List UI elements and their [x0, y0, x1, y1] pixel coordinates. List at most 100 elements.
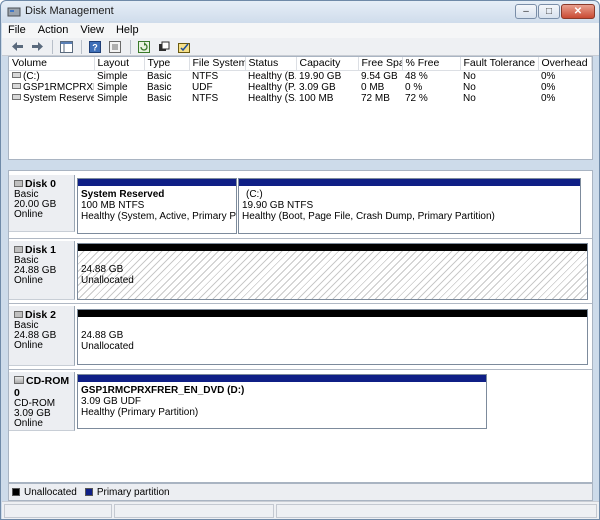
disk-row-divider — [9, 303, 592, 304]
column-header-overhead[interactable]: Overhead — [538, 57, 592, 71]
minimize-button[interactable]: – — [515, 4, 537, 19]
file-system-cell: NTFS — [192, 70, 219, 82]
disk-state: Online — [14, 340, 43, 351]
menu-bar: File Action View Help — [2, 23, 599, 38]
capacity-cell: 3.09 GB — [299, 81, 336, 93]
type-cell: Basic — [147, 81, 172, 93]
title-bar[interactable]: Disk Management – □ ✕ — [1, 1, 599, 23]
layout-cell: Simple — [97, 81, 128, 93]
pane-splitter[interactable] — [2, 160, 599, 170]
column-header-layout[interactable]: Layout — [94, 57, 145, 71]
percent-free-cell: 72 % — [405, 92, 428, 104]
table-row[interactable]: GSP1RMCPRXFRE... Simple Basic UDF Health… — [9, 82, 592, 93]
disk-state: Online — [14, 275, 43, 286]
column-header-status[interactable]: Status — [245, 57, 297, 71]
partition-detail: 100 MB NTFS — [81, 200, 145, 211]
primary-partition-swatch — [84, 488, 93, 496]
partition-status: Healthy (Primary Partition) — [81, 407, 199, 418]
column-header-capacity[interactable]: Capacity — [296, 57, 359, 71]
disk-state: Online — [14, 418, 43, 429]
volume-name: GSP1RMCPRXFRE... — [23, 81, 94, 93]
capacity-cell: 19.90 GB — [299, 70, 342, 82]
maximize-button[interactable]: □ — [538, 4, 560, 19]
disk-management-app-icon — [7, 7, 21, 17]
menu-view[interactable]: View — [74, 23, 110, 38]
svg-text:?: ? — [92, 42, 98, 52]
menu-file[interactable]: File — [2, 23, 32, 38]
partition-detail: 24.88 GB — [81, 264, 124, 275]
settings-icon — [177, 42, 190, 53]
type-cell: Basic — [147, 70, 172, 82]
partition-name: GSP1RMCPRXFRER_EN_DVD (D:) — [81, 385, 245, 396]
layout-cell: Simple — [97, 92, 128, 104]
rescan-button[interactable] — [155, 39, 173, 55]
overhead-cell: 0% — [541, 70, 556, 82]
refresh-button[interactable] — [135, 39, 153, 55]
percent-free-cell: 48 % — [405, 70, 428, 82]
menu-action[interactable]: Action — [32, 23, 75, 38]
volume-list: Volume Layout Type File System Status Ca… — [8, 56, 593, 160]
toolbar-separator — [52, 39, 53, 54]
rescan-icon — [159, 41, 170, 51]
properties-button[interactable] — [106, 39, 124, 55]
column-header-type[interactable]: Type — [144, 57, 190, 71]
volume-name: System Reserved — [23, 92, 94, 104]
primary-partition-bar — [78, 375, 486, 382]
column-header-volume[interactable]: Volume — [9, 57, 95, 71]
help-button[interactable]: ? — [86, 39, 104, 55]
status-cell: Healthy (B... — [248, 70, 296, 82]
partition-c-drive[interactable]: (C:) 19.90 GB NTFS Healthy (Boot, Page F… — [238, 178, 581, 234]
column-header-file-system[interactable]: File System — [189, 57, 246, 71]
fault-tolerance-cell: No — [463, 81, 476, 93]
partition-status: Unallocated — [81, 275, 134, 286]
legend-label-primary: Primary partition — [96, 486, 170, 498]
disk-management-window: Disk Management – □ ✕ File Action View H… — [0, 0, 600, 520]
partition-status: Healthy (System, Active, Primary Partiti… — [81, 211, 237, 222]
console-tree-button[interactable] — [57, 39, 75, 55]
primary-partition-bar — [78, 179, 236, 186]
file-system-cell: UDF — [192, 81, 213, 93]
partition-d-drive[interactable]: GSP1RMCPRXFRER_EN_DVD (D:) 3.09 GB UDF H… — [77, 374, 487, 429]
column-header-percent-free[interactable]: % Free — [402, 57, 461, 71]
forward-arrow-icon — [31, 42, 43, 51]
disk-0-label[interactable]: Disk 0 Basic 20.00 GB Online — [9, 175, 75, 232]
cd-rom-icon — [14, 376, 24, 384]
legend: Unallocated Primary partition — [8, 483, 593, 501]
volume-name: (C:) — [23, 70, 40, 82]
disk-row-divider — [9, 369, 592, 370]
unallocated-swatch — [12, 488, 20, 496]
column-header-fault-tolerance[interactable]: Fault Tolerance — [460, 57, 539, 71]
status-segment — [276, 504, 597, 518]
partition-detail: 24.88 GB — [81, 330, 124, 341]
free-space-cell: 0 MB — [361, 81, 385, 93]
volume-table-header: Volume Layout Type File System Status Ca… — [9, 57, 592, 71]
cdrom-0-label[interactable]: CD-ROM 0 CD-ROM 3.09 GB Online — [9, 372, 75, 431]
back-button[interactable] — [8, 39, 26, 55]
table-row[interactable]: System Reserved Simple Basic NTFS Health… — [9, 93, 592, 104]
disk-2-label[interactable]: Disk 2 Basic 24.88 GB Online — [9, 306, 75, 366]
disk-map: Disk 0 Basic 20.00 GB Online System Rese… — [8, 170, 593, 483]
table-row[interactable]: (C:) Simple Basic NTFS Healthy (B... 19.… — [9, 70, 592, 82]
capacity-cell: 100 MB — [299, 92, 334, 104]
forward-button[interactable] — [28, 39, 46, 55]
volume-icon — [12, 93, 21, 100]
volume-cell: (C:) — [9, 70, 94, 82]
partition-name: (C:) — [246, 189, 263, 200]
close-button[interactable]: ✕ — [561, 4, 595, 19]
partition-detail: 19.90 GB NTFS — [242, 200, 314, 211]
column-header-free-space[interactable]: Free Spa... — [358, 57, 403, 71]
free-space-cell: 72 MB — [361, 92, 390, 104]
partition-system-reserved[interactable]: System Reserved 100 MB NTFS Healthy (Sys… — [77, 178, 237, 234]
fault-tolerance-cell: No — [463, 92, 476, 104]
disk-row-divider — [9, 238, 592, 239]
status-bar — [2, 501, 599, 519]
partition-unallocated-disk-1[interactable]: 24.88 GB Unallocated — [77, 243, 588, 300]
partition-unallocated-disk-2[interactable]: 24.88 GB Unallocated — [77, 309, 588, 365]
help-icon: ? — [89, 40, 101, 53]
disk-1-label[interactable]: Disk 1 Basic 24.88 GB Online — [9, 241, 75, 300]
settings-button[interactable] — [175, 39, 193, 55]
toolbar-separator — [130, 39, 131, 54]
menu-help[interactable]: Help — [110, 23, 145, 38]
refresh-icon — [138, 40, 150, 53]
toolbar-separator — [81, 39, 82, 54]
